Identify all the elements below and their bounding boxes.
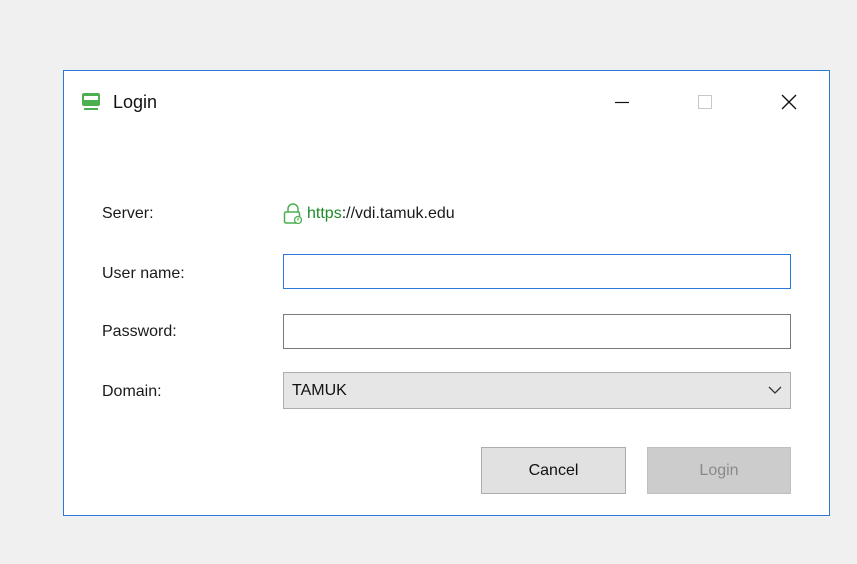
server-host: ://vdi.tamuk.edu [341, 205, 455, 222]
login-button[interactable]: Login [647, 447, 791, 494]
title-bar[interactable]: Login [64, 71, 829, 133]
lock-icon [283, 203, 303, 225]
close-icon [781, 94, 797, 110]
password-input[interactable] [283, 314, 791, 349]
server-label: Server: [102, 205, 154, 222]
minimize-button[interactable] [600, 85, 644, 119]
server-address: https://vdi.tamuk.edu [283, 201, 455, 227]
server-scheme: https [307, 205, 342, 222]
login-dialog: Login Server: https://vdi.tamuk.edu Use… [63, 70, 830, 516]
domain-select[interactable]: TAMUK [283, 372, 791, 409]
password-label: Password: [102, 323, 177, 340]
chevron-down-icon [768, 386, 782, 394]
username-label: User name: [102, 265, 185, 282]
maximize-button[interactable] [683, 85, 727, 119]
maximize-icon [698, 95, 712, 109]
domain-selected-value: TAMUK [292, 382, 347, 399]
cancel-button[interactable]: Cancel [481, 447, 626, 494]
domain-label: Domain: [102, 383, 162, 400]
monitor-icon [82, 93, 100, 110]
close-button[interactable] [767, 85, 811, 119]
window-title: Login [113, 92, 158, 112]
minimize-icon [615, 101, 629, 104]
username-input[interactable] [283, 254, 791, 289]
